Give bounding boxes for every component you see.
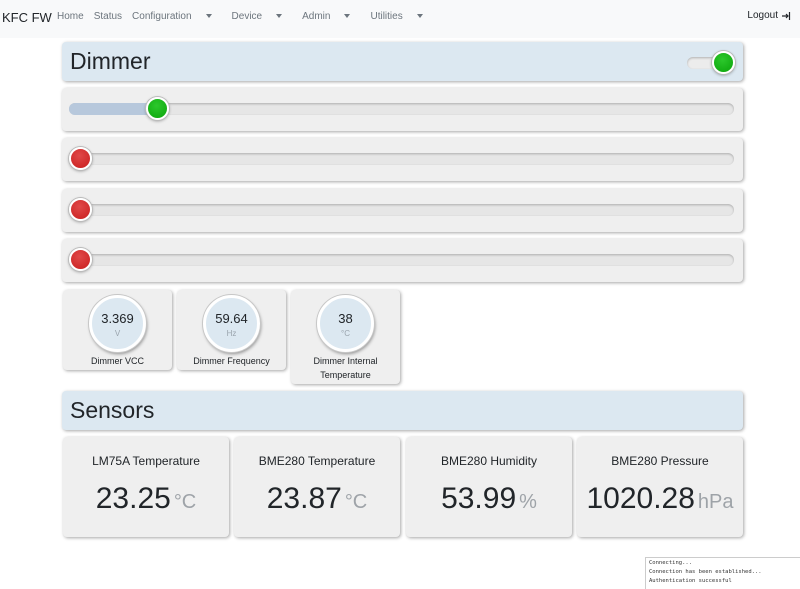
console-line: Connection has been established... <box>649 569 762 575</box>
channel-2-slider-handle[interactable] <box>69 147 92 170</box>
gauge-label: Dimmer VCC <box>91 356 144 366</box>
gauge-value: 38 <box>338 311 353 326</box>
chevron-down-icon <box>205 14 212 19</box>
gauge-unit: V <box>114 329 121 338</box>
dimmer-power-toggle[interactable] <box>687 51 735 74</box>
channel-4-slider[interactable] <box>69 248 734 271</box>
gauge-dial: 38 °C <box>317 295 374 352</box>
nav-status-link[interactable]: Status <box>94 11 122 22</box>
connection-console: Connecting... Connection has been establ… <box>645 557 800 589</box>
sensor-title: BME280 Pressure <box>611 454 709 468</box>
nav-home-link[interactable]: Home <box>57 11 84 22</box>
sensor-reading: 53.99% <box>406 482 572 516</box>
chevron-down-icon <box>344 14 351 19</box>
sensor-card-bme280-temperature: BME280 Temperature 23.87 °C <box>234 437 400 537</box>
nav-configuration-dropdown[interactable]: Configuration <box>132 11 221 22</box>
console-line: Authentication successful <box>649 578 732 584</box>
chevron-down-icon <box>276 14 283 19</box>
sensor-reading: 1020.28 hPa <box>577 482 743 516</box>
gauge-card-internal-temperature: 38 °C Dimmer Internal Temperature <box>291 290 400 384</box>
channel-1-slider-handle[interactable] <box>145 97 169 120</box>
channel-3-slider[interactable] <box>69 198 734 221</box>
dimmer-channel-2 <box>62 138 743 181</box>
dimmer-section-header: Dimmer <box>62 42 743 81</box>
nav-utilities-label: Utilities <box>370 11 403 22</box>
sensor-title: BME280 Humidity <box>440 454 538 468</box>
toggle-knob[interactable] <box>712 51 735 74</box>
nav-admin-label: Admin <box>302 11 331 22</box>
sensor-value: 53.99 <box>441 482 517 515</box>
logout-link[interactable]: Logout <box>747 10 791 21</box>
nav-utilities-dropdown[interactable]: Utilities <box>370 11 432 22</box>
dimmer-channel-4 <box>62 239 743 282</box>
sensor-card-bme280-pressure: BME280 Pressure 1020.28 hPa <box>577 437 743 537</box>
gauge-label: Dimmer Frequency <box>193 356 270 366</box>
nav-device-dropdown[interactable]: Device <box>232 11 293 22</box>
gauge-unit: °C <box>341 329 350 338</box>
gauge-value: 59.64 <box>215 311 248 326</box>
dimmer-title: Dimmer <box>70 48 151 74</box>
chevron-down-icon <box>416 14 423 19</box>
logout-icon <box>782 11 791 20</box>
nav-admin-dropdown[interactable]: Admin <box>302 11 360 22</box>
gauge-card-vcc: 3.369 V Dimmer VCC <box>63 290 172 370</box>
nav-menu: Home Status Configuration Device Admin U… <box>57 11 443 22</box>
sensor-unit: °C <box>173 491 197 513</box>
dimmer-channel-1 <box>62 88 743 131</box>
sensors-title: Sensors <box>70 397 155 423</box>
channel-3-slider-handle[interactable] <box>69 198 92 221</box>
gauge-dial: 59.64 Hz <box>203 295 260 352</box>
gauge-unit: Hz <box>226 329 237 338</box>
sensor-unit: °C <box>344 491 368 513</box>
sensor-card-lm75a-temperature: LM75A Temperature 23.25 °C <box>63 437 229 537</box>
sensor-title: BME280 Temperature <box>258 454 376 468</box>
sensor-reading: 23.25 °C <box>63 482 229 516</box>
channel-4-slider-handle[interactable] <box>69 248 92 271</box>
sensor-value: 1020.28 <box>586 482 695 515</box>
nav-device-label: Device <box>231 11 263 22</box>
channel-2-slider[interactable] <box>69 147 734 170</box>
sensor-value: 23.87 <box>266 482 342 515</box>
channel-1-slider[interactable] <box>69 97 734 120</box>
channel-1-slider-fill <box>69 103 149 115</box>
gauge-label: Dimmer Internal Temperature <box>313 356 378 380</box>
sensor-reading: 23.87 °C <box>234 482 400 516</box>
sensor-value: 23.25 <box>95 482 171 515</box>
gauge-value: 3.369 <box>101 311 134 326</box>
top-navbar: KFC FW Home Status Configuration Device … <box>0 0 800 38</box>
gauge-card-frequency: 59.64 Hz Dimmer Frequency <box>177 290 286 370</box>
dimmer-channel-3 <box>62 189 743 232</box>
sensor-unit: % <box>519 491 537 513</box>
logout-label: Logout <box>747 10 778 21</box>
console-line: Connecting... <box>649 560 693 566</box>
sensor-title: LM75A Temperature <box>92 454 200 468</box>
brand-logo[interactable]: KFC FW <box>2 10 52 25</box>
nav-configuration-label: Configuration <box>132 11 192 22</box>
sensors-section-header: Sensors <box>62 391 743 430</box>
sensor-unit: hPa <box>697 491 734 513</box>
gauge-dial: 3.369 V <box>89 295 146 352</box>
sensor-card-bme280-humidity: BME280 Humidity 53.99% <box>406 437 572 537</box>
